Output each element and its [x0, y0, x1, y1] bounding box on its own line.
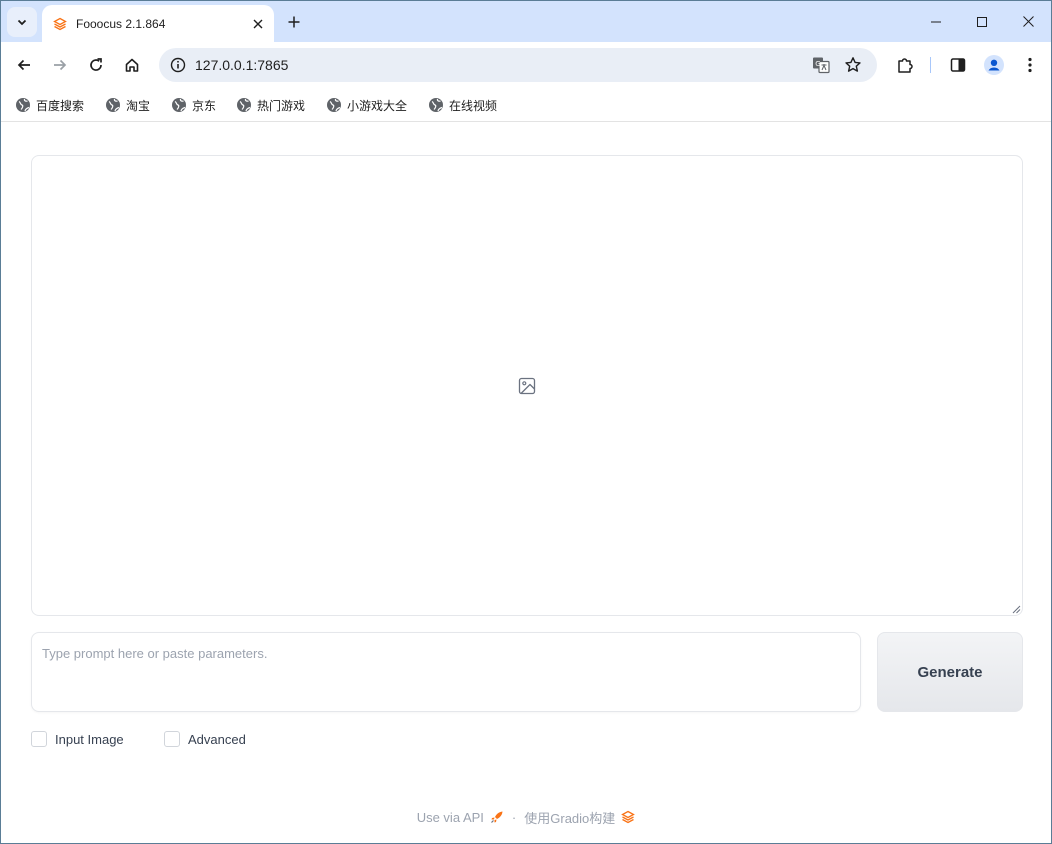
- resize-handle-icon[interactable]: [1011, 604, 1021, 614]
- footer-separator: ·: [511, 809, 517, 825]
- bookmark-item[interactable]: 京东: [171, 95, 216, 115]
- maximize-button[interactable]: [959, 1, 1005, 42]
- bookmark-label: 淘宝: [126, 98, 151, 113]
- bookmark-item[interactable]: 在线视频: [428, 95, 497, 115]
- site-info-icon[interactable]: [165, 52, 191, 78]
- close-icon: [1022, 16, 1034, 27]
- maximize-icon: [977, 16, 987, 27]
- active-tab[interactable]: Fooocus 2.1.864: [42, 5, 274, 42]
- bookmarks-bar: 百度搜索 淘宝 京东 热门游戏 小游戏大全 在线视频: [1, 88, 1051, 122]
- prompt-input[interactable]: [32, 633, 860, 711]
- checkbox-label: Input Image: [55, 731, 124, 747]
- forward-button[interactable]: [46, 51, 74, 79]
- bookmark-label: 小游戏大全: [347, 98, 408, 113]
- bookmark-label: 在线视频: [449, 98, 498, 113]
- advanced-checkbox[interactable]: Advanced: [164, 730, 246, 748]
- bookmark-item[interactable]: 百度搜索: [15, 95, 84, 115]
- bookmark-item[interactable]: 热门游戏: [236, 95, 305, 115]
- minimize-icon: [931, 21, 941, 22]
- bookmark-item[interactable]: 小游戏大全: [326, 95, 407, 115]
- profile-button[interactable]: [980, 51, 1008, 79]
- back-button[interactable]: [10, 51, 38, 79]
- toolbar-divider: [930, 57, 931, 73]
- page-content: Generate Input Image Advanced Use via AP…: [1, 123, 1051, 843]
- output-gallery[interactable]: [31, 155, 1023, 616]
- gradio-logo-icon: [52, 16, 68, 32]
- url-text[interactable]: 127.0.0.1:7865: [195, 57, 288, 73]
- use-via-api-link[interactable]: Use via API: [417, 810, 484, 825]
- footer: Use via API · 使用Gradio构建: [1, 807, 1051, 827]
- chevron-down-icon: [17, 19, 27, 26]
- side-panel-icon: [950, 58, 966, 72]
- side-panel-button[interactable]: [944, 51, 972, 79]
- checkbox-box[interactable]: [31, 731, 47, 747]
- arrow-right-icon: [54, 59, 67, 71]
- bookmark-label: 热门游戏: [257, 98, 306, 113]
- minimize-button-area[interactable]: [913, 1, 959, 42]
- image-icon: [518, 377, 536, 395]
- menu-button[interactable]: [1016, 51, 1044, 79]
- bookmark-item[interactable]: 淘宝: [105, 95, 150, 115]
- browser-toolbar: 127.0.0.1:7865 G: [1, 42, 1051, 88]
- more-vertical-icon: [1028, 57, 1032, 73]
- tab-search-button[interactable]: [7, 7, 37, 37]
- input-image-checkbox[interactable]: Input Image: [31, 730, 124, 748]
- close-tab-icon[interactable]: [248, 14, 268, 34]
- prompt-box: [31, 632, 861, 712]
- checkbox-box[interactable]: [164, 731, 180, 747]
- close-window-button[interactable]: [1005, 1, 1051, 42]
- built-with-gradio-link[interactable]: 使用Gradio构建: [524, 808, 615, 827]
- translate-icon[interactable]: G: [809, 53, 833, 77]
- tab-strip: Fooocus 2.1.864: [1, 1, 1051, 42]
- bookmark-label: 百度搜索: [36, 98, 85, 113]
- extensions-button[interactable]: [891, 51, 919, 79]
- reload-icon: [90, 58, 102, 71]
- globe-icon: [172, 98, 186, 112]
- address-bar[interactable]: 127.0.0.1:7865 G: [159, 48, 877, 82]
- globe-icon: [237, 98, 251, 112]
- new-tab-button[interactable]: [283, 11, 305, 33]
- generate-button[interactable]: Generate: [877, 632, 1023, 712]
- globe-icon: [429, 98, 443, 112]
- plus-icon: [288, 16, 300, 28]
- tab-title: Fooocus 2.1.864: [76, 16, 166, 31]
- svg-text:G: G: [815, 60, 820, 68]
- globe-icon: [327, 98, 341, 112]
- checkbox-label: Advanced: [188, 731, 246, 747]
- home-icon: [125, 58, 139, 72]
- browser-window: Fooocus 2.1.864 127.0.0.1:7865 G 百度搜索 淘宝…: [0, 0, 1052, 844]
- reload-button[interactable]: [82, 51, 110, 79]
- bookmark-label: 京东: [192, 98, 217, 113]
- puzzle-icon: [898, 58, 913, 73]
- home-button[interactable]: [118, 51, 146, 79]
- avatar-icon: [984, 55, 1004, 75]
- globe-icon: [16, 98, 30, 112]
- bookmark-star-icon[interactable]: [841, 53, 865, 77]
- gradio-logo-icon: [621, 810, 636, 824]
- globe-icon: [106, 98, 120, 112]
- rocket-icon: [490, 810, 504, 824]
- arrow-left-icon: [17, 59, 30, 71]
